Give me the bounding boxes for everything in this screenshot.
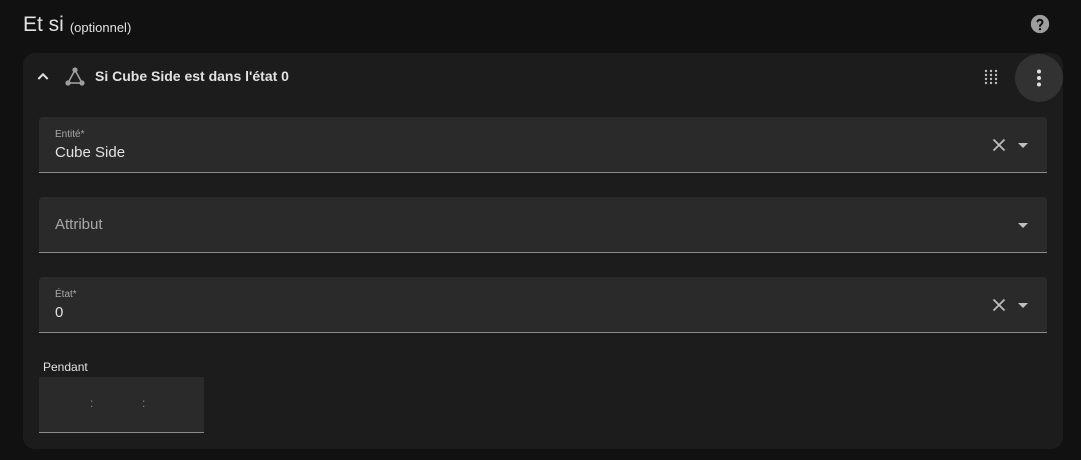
- attribute-field[interactable]: Attribut: [39, 197, 1047, 253]
- section-subtitle: (optionnel): [69, 19, 132, 35]
- chevron-up-icon: [37, 72, 49, 80]
- menu-down-icon: [1018, 143, 1028, 148]
- page: Et si (optionnel) Si Cube Side est dans …: [0, 0, 1081, 460]
- state-dropdown-arrow[interactable]: [1016, 298, 1030, 312]
- state-field-label: État*: [55, 289, 77, 300]
- section-title: Et si: [23, 13, 64, 36]
- help-circle-icon: [1030, 14, 1050, 34]
- entity-dropdown-arrow[interactable]: [1016, 138, 1030, 152]
- attribute-field-placeholder: Attribut: [55, 216, 103, 233]
- duration-separator: :: [142, 396, 146, 410]
- state-field[interactable]: État* 0: [39, 277, 1047, 333]
- duration-separator: :: [90, 396, 94, 410]
- attribute-dropdown-arrow[interactable]: [1016, 218, 1030, 232]
- duration-input: : :: [39, 377, 204, 433]
- condition-card: Si Cube Side est dans l'état 0 Entité* C…: [23, 53, 1063, 449]
- state-condition-icon: [65, 67, 85, 86]
- menu-down-icon: [1018, 223, 1028, 228]
- condition-card-header[interactable]: Si Cube Side est dans l'état 0: [23, 53, 1063, 102]
- close-icon: [992, 298, 1006, 312]
- entity-clear-button[interactable]: [991, 137, 1007, 153]
- duration-minutes-input[interactable]: [101, 395, 137, 415]
- duration-seconds-input[interactable]: [153, 395, 189, 415]
- entity-field-value: Cube Side: [55, 144, 126, 161]
- state-field-value: 0: [55, 304, 64, 321]
- duration-label: Pendant: [43, 360, 88, 374]
- entity-field-label: Entité*: [55, 129, 85, 140]
- close-icon: [992, 138, 1006, 152]
- drag-handle[interactable]: [981, 67, 1001, 87]
- duration-hours-input[interactable]: [49, 395, 85, 415]
- help-button[interactable]: [1029, 13, 1051, 35]
- drag-handle-icon: [984, 69, 998, 85]
- entity-field[interactable]: Entité* Cube Side: [39, 117, 1047, 173]
- collapse-button[interactable]: [33, 67, 53, 87]
- menu-down-icon: [1018, 303, 1028, 308]
- condition-title: Si Cube Side est dans l'état 0: [95, 68, 289, 84]
- more-options-button[interactable]: [1015, 54, 1063, 102]
- state-clear-button[interactable]: [991, 297, 1007, 313]
- dots-vertical-icon: [1037, 69, 1041, 87]
- section-header: Et si (optionnel): [23, 10, 1061, 40]
